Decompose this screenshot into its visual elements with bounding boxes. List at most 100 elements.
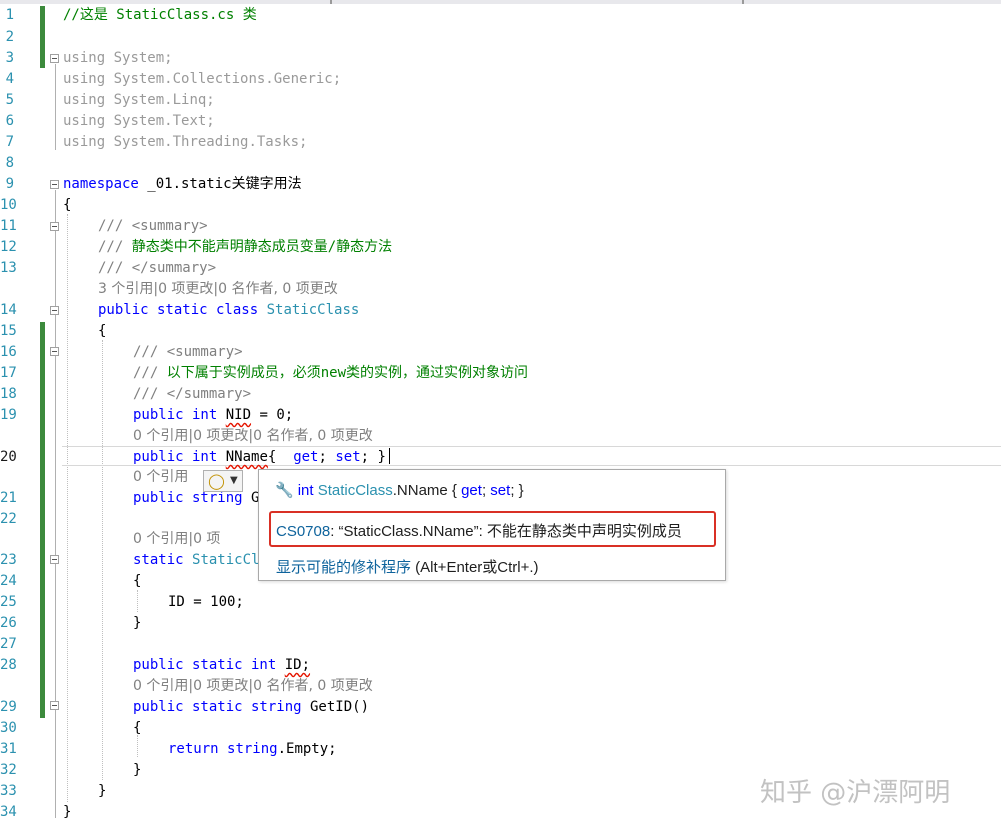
code-text: .Empty; <box>277 741 337 757</box>
symbol-signature: 🔧 int StaticClass.NName { get; set; } <box>275 481 524 499</box>
line-number: 8 <box>5 155 14 171</box>
code-line-32[interactable]: } <box>133 760 141 780</box>
code-line-28[interactable]: public static int ID; <box>133 655 310 675</box>
code-line-4[interactable]: using System.Collections.Generic; <box>63 69 341 89</box>
wrench-icon: 🔧 <box>275 481 294 499</box>
type-name: StaticClass <box>266 302 360 318</box>
doc-comment-tag: </summary> <box>131 260 217 276</box>
line-number: 23 <box>0 552 17 568</box>
quick-actions-button[interactable]: ◯ ▼ <box>203 470 243 492</box>
code-line-9[interactable]: namespace _01.static关键字用法 <box>63 174 302 194</box>
keyword: namespace <box>63 176 139 192</box>
keyword: using <box>63 50 106 66</box>
code-line-15[interactable]: { <box>98 321 106 341</box>
collapse-toggle[interactable] <box>50 222 59 231</box>
code-line-26[interactable]: } <box>133 613 141 633</box>
code-line-18[interactable]: /// </summary> <box>133 384 251 404</box>
code-text: System; <box>105 50 173 66</box>
keyword: int <box>297 482 314 499</box>
code-text: _01.static关键字用法 <box>138 176 302 192</box>
code-line-1[interactable]: //这是 StaticClass.cs 类 <box>63 5 257 25</box>
keyword: string <box>227 741 278 757</box>
code-line-20[interactable]: public int NName{ get; set; } <box>133 447 386 467</box>
type-name: StaticClass <box>317 482 393 499</box>
collapse-toggle[interactable] <box>50 180 59 189</box>
keyword: set <box>490 482 511 499</box>
doc-comment-prefix: /// <box>98 239 132 255</box>
line-number: 7 <box>5 134 14 150</box>
doc-comment-tag: <summary> <box>166 344 243 360</box>
keyword: public int <box>133 449 218 465</box>
chevron-down-icon: ▼ <box>230 475 238 486</box>
code-line-16[interactable]: /// <summary> <box>133 342 243 362</box>
code-line-14[interactable]: public static class StaticClass <box>98 300 359 320</box>
collapse-toggle[interactable] <box>50 306 59 315</box>
outline-line <box>55 64 56 150</box>
code-line-19[interactable]: public int NID = 0; <box>133 405 293 425</box>
shortcut-hint: (Alt+Enter或Ctrl+.) <box>411 559 539 576</box>
codelens-references[interactable]: 0 个引用 <box>133 467 188 487</box>
doc-comment-prefix: /// <box>133 365 167 381</box>
line-number: 18 <box>0 386 17 402</box>
code-line-3[interactable]: using System; <box>63 48 173 68</box>
line-number: 2 <box>5 29 14 45</box>
error-identifier: ID; <box>284 657 311 673</box>
code-line-24[interactable]: { <box>133 571 141 591</box>
line-number: 28 <box>0 657 17 673</box>
line-number: 24 <box>0 573 17 589</box>
line-number: 5 <box>5 92 14 108</box>
code-line-17[interactable]: /// 以下属于实例成员，必须new类的实例，通过实例对象访问 <box>133 363 528 383</box>
keyword: public static int <box>133 657 277 673</box>
codelens-references[interactable]: 0 个引用|0 项更改|0 名作者, 0 项更改 <box>133 676 373 696</box>
code-line-31[interactable]: return string.Empty; <box>168 739 337 759</box>
code-line-25[interactable]: ID = 100; <box>168 592 244 612</box>
code-text: { <box>267 449 294 465</box>
keyword: using <box>63 134 106 150</box>
code-line-10[interactable]: { <box>63 195 71 215</box>
code-line-13[interactable]: /// </summary> <box>98 258 216 278</box>
line-number: 33 <box>0 783 17 799</box>
code-line-33[interactable]: } <box>98 781 106 801</box>
code-text: System.Threading.Tasks; <box>105 134 308 150</box>
code-editor[interactable]: 1 2 3 4 5 6 7 8 9 10 11 12 13 14 15 16 1… <box>0 0 1001 829</box>
collapse-toggle[interactable] <box>50 347 59 356</box>
line-number: 12 <box>0 239 17 255</box>
outline-line <box>55 190 56 818</box>
line-number: 21 <box>0 490 17 506</box>
line-number: 11 <box>0 218 17 234</box>
codelens-references[interactable]: 0 个引用|0 项 <box>133 529 220 549</box>
code-line-30[interactable]: { <box>133 718 141 738</box>
code-line-29[interactable]: public static string GetID() <box>133 697 369 717</box>
code-text: System.Text; <box>105 113 215 129</box>
show-fixes-link[interactable]: 显示可能的修补程序 <box>276 559 411 576</box>
collapse-toggle[interactable] <box>50 701 59 710</box>
doc-comment-tag: <summary> <box>131 218 208 234</box>
code-line-12[interactable]: /// 静态类中不能声明静态成员变量/静态方法 <box>98 237 392 257</box>
doc-comment-tag: </summary> <box>166 386 252 402</box>
line-number: 10 <box>0 197 17 213</box>
doc-comment-prefix: /// <box>98 218 132 234</box>
keyword: public string <box>133 490 243 506</box>
line-number: 19 <box>0 407 17 423</box>
code-line-34[interactable]: } <box>63 802 71 822</box>
signature-text: ; } <box>510 482 524 499</box>
collapse-toggle[interactable] <box>50 54 59 63</box>
code-line-6[interactable]: using System.Text; <box>63 111 215 131</box>
code-line-7[interactable]: using System.Threading.Tasks; <box>63 132 307 152</box>
keyword: set <box>335 449 361 465</box>
keyword: public int <box>133 407 218 423</box>
line-number: 20 <box>0 449 17 465</box>
code-line-11[interactable]: /// <summary> <box>98 216 208 236</box>
error-code-link[interactable]: CS0708 <box>276 523 330 540</box>
codelens-references[interactable]: 0 个引用|0 项更改|0 名作者, 0 项更改 <box>133 426 373 446</box>
code-line-23[interactable]: static StaticCl <box>133 550 259 570</box>
line-number: 3 <box>5 50 14 66</box>
line-number: 26 <box>0 615 17 631</box>
line-number: 9 <box>5 176 14 192</box>
keyword: using <box>63 113 106 129</box>
code-line-5[interactable]: using System.Linq; <box>63 90 215 110</box>
editor-navigation-bar[interactable] <box>0 0 1001 4</box>
code-text: System.Linq; <box>105 92 215 108</box>
codelens-references[interactable]: 3 个引用|0 项更改|0 名作者, 0 项更改 <box>98 279 338 299</box>
collapse-toggle[interactable] <box>50 555 59 564</box>
